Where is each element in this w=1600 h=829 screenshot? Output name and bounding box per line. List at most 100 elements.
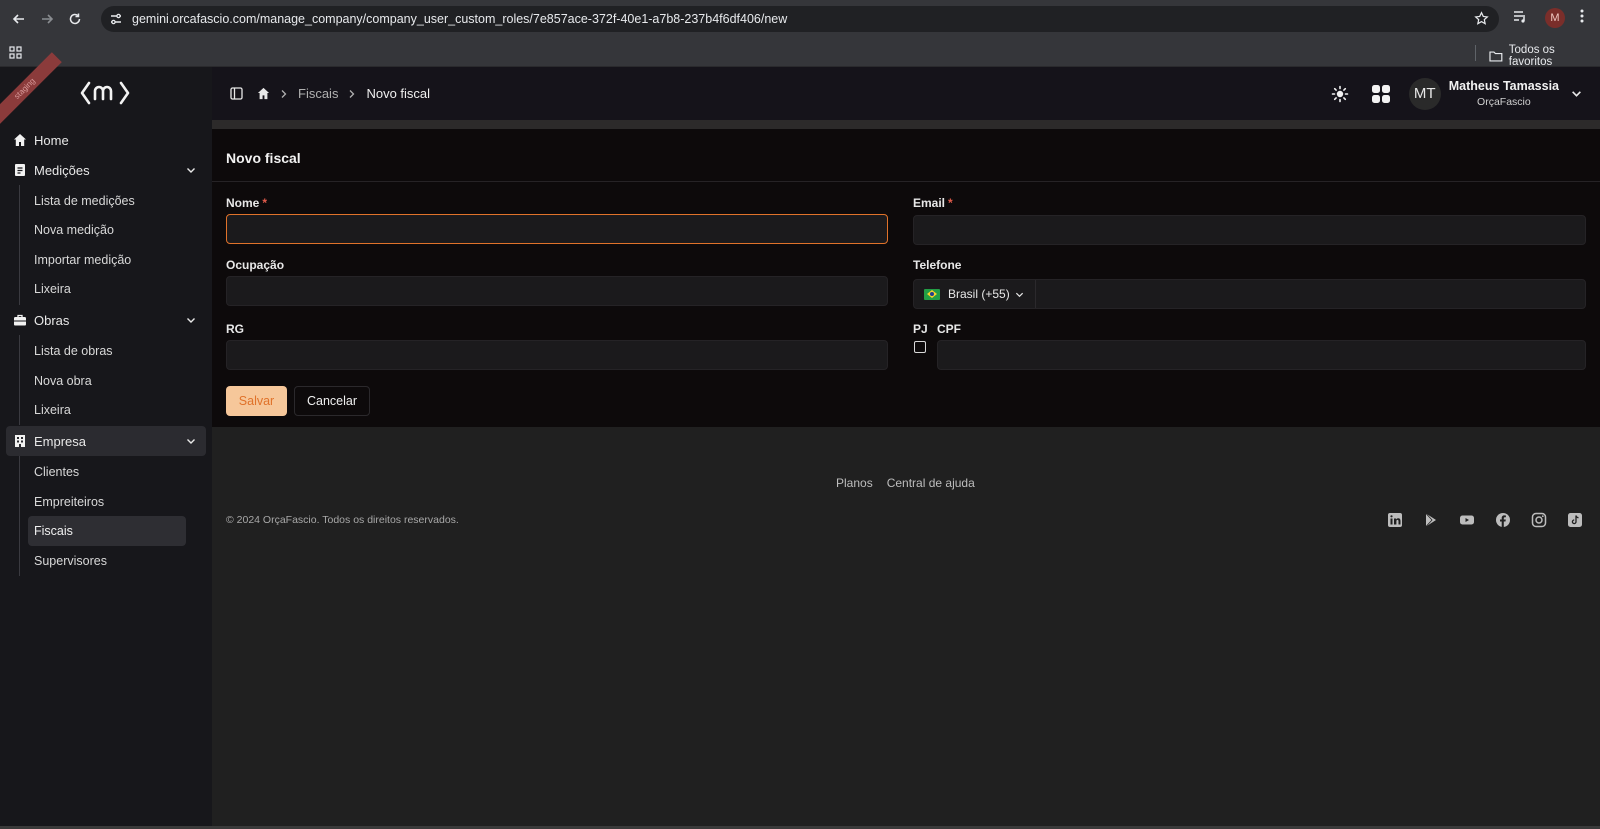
submenu-line xyxy=(19,456,20,576)
apps-grid-icon[interactable] xyxy=(1371,84,1391,104)
avatar[interactable]: MT xyxy=(1408,77,1441,110)
sidebar-item-home[interactable]: Home xyxy=(6,125,206,155)
footer-link-central-ajuda[interactable]: Central de ajuda xyxy=(887,476,975,490)
submenu-line xyxy=(19,335,20,425)
briefcase-icon xyxy=(14,314,26,326)
sidebar-subitem-importar-medicao[interactable]: Importar medição xyxy=(28,245,186,275)
sidebar-subitem-clientes[interactable]: Clientes xyxy=(28,457,186,487)
user-company: OrçaFascio xyxy=(1477,96,1531,108)
sidebar: staging Home Medições Lista de medições … xyxy=(0,52,212,829)
form-card: Novo fiscal Nome * Email * Ocupação Telefo… xyxy=(212,129,1600,427)
footer-links: Planos Central de ajuda xyxy=(836,476,989,490)
sidebar-subitem-lista-medicoes[interactable]: Lista de medições xyxy=(28,186,186,216)
orcafascio-logo-icon[interactable] xyxy=(80,79,130,107)
sidebar-item-obras[interactable]: Obras xyxy=(6,305,206,335)
footer-link-planos[interactable]: Planos xyxy=(836,476,873,490)
url-text: gemini.orcafascio.com/manage_company/com… xyxy=(132,12,788,26)
cpf-label: CPF xyxy=(937,322,961,336)
breadcrumb: Fiscais Novo fiscal xyxy=(230,86,430,101)
email-label-text: Email xyxy=(913,196,946,210)
theme-toggle-sun-icon[interactable] xyxy=(1331,85,1349,103)
header-divider xyxy=(212,120,1600,129)
all-bookmarks-button[interactable]: Todos os favoritos xyxy=(1489,44,1600,68)
chevron-down-icon xyxy=(187,168,195,173)
menu-icon[interactable] xyxy=(1580,8,1584,24)
sidebar-item-empresa[interactable]: Empresa xyxy=(6,426,206,456)
reload-icon[interactable] xyxy=(64,8,86,30)
cancel-button[interactable]: Cancelar xyxy=(294,386,370,416)
instagram-icon[interactable] xyxy=(1531,512,1547,528)
page-title: Novo fiscal xyxy=(226,150,301,166)
nome-label: Nome * xyxy=(226,196,267,210)
chevron-down-icon[interactable] xyxy=(1571,88,1582,99)
sidebar-subitem-fiscais[interactable]: Fiscais xyxy=(28,516,186,546)
site-settings-icon[interactable] xyxy=(109,12,123,26)
chevron-down-icon xyxy=(187,318,195,323)
browser-toolbar: gemini.orcafascio.com/manage_company/com… xyxy=(0,0,1600,38)
save-button[interactable]: Salvar xyxy=(226,386,287,416)
back-icon[interactable] xyxy=(8,8,30,30)
folder-icon xyxy=(1489,51,1503,62)
country-value: Brasil (+55) xyxy=(948,287,1010,301)
clipboard-icon xyxy=(15,164,25,176)
google-play-icon[interactable] xyxy=(1423,512,1439,528)
bookmark-star-icon[interactable] xyxy=(1474,11,1489,26)
youtube-icon[interactable] xyxy=(1459,512,1475,528)
sidebar-subitem-lixeira-medicoes[interactable]: Lixeira xyxy=(28,274,186,304)
top-header: Fiscais Novo fiscal MT Matheus Tamassia … xyxy=(212,67,1600,120)
facebook-icon[interactable] xyxy=(1495,512,1511,528)
media-control-icon[interactable] xyxy=(1512,8,1528,24)
country-select[interactable]: Brasil (+55) xyxy=(914,280,1036,308)
nome-input[interactable] xyxy=(226,214,888,244)
pj-label: PJ xyxy=(913,322,928,336)
apps-grid-icon[interactable] xyxy=(9,46,22,59)
sidebar-subitem-nova-obra[interactable]: Nova obra xyxy=(28,366,186,396)
breadcrumb-fiscais[interactable]: Fiscais xyxy=(298,86,338,101)
user-name: Matheus Tamassia xyxy=(1448,79,1559,93)
ocupacao-input[interactable] xyxy=(226,276,888,306)
copyright-text: © 2024 OrçaFascio. Todos os direitos res… xyxy=(226,514,459,526)
rg-input[interactable] xyxy=(226,340,888,370)
card-divider xyxy=(212,181,1600,182)
user-menu[interactable]: Matheus Tamassia OrçaFascio xyxy=(1449,79,1559,108)
sidebar-item-medicoes[interactable]: Medições xyxy=(6,155,206,185)
required-mark: * xyxy=(262,196,268,210)
sidebar-subitem-nova-medicao[interactable]: Nova medição xyxy=(28,215,186,245)
cpf-input[interactable] xyxy=(937,340,1586,370)
brazil-flag-icon xyxy=(924,288,940,300)
ocupacao-label: Ocupação xyxy=(226,258,285,272)
home-icon[interactable] xyxy=(257,87,270,100)
email-input[interactable] xyxy=(913,215,1586,245)
linkedin-icon[interactable] xyxy=(1387,512,1403,528)
chevron-right-icon xyxy=(281,89,287,98)
required-mark: * xyxy=(948,196,953,210)
chevron-down-icon xyxy=(187,439,195,444)
sidebar-subitem-lista-obras[interactable]: Lista de obras xyxy=(28,336,186,366)
chevron-right-icon xyxy=(349,89,355,98)
sidebar-toggle-icon[interactable] xyxy=(230,87,243,100)
breadcrumb-current: Novo fiscal xyxy=(366,86,431,101)
building-icon xyxy=(15,435,25,447)
telefone-label: Telefone xyxy=(913,258,962,272)
social-links xyxy=(1387,512,1600,528)
sidebar-subitem-supervisores[interactable]: Supervisores xyxy=(28,546,186,576)
chevron-down-icon xyxy=(1015,292,1023,297)
telefone-field: Brasil (+55) xyxy=(913,279,1586,309)
address-bar[interactable]: gemini.orcafascio.com/manage_company/com… xyxy=(101,6,1499,32)
sidebar-subitem-empreiteiros[interactable]: Empreiteiros xyxy=(28,487,186,517)
sidebar-item-label: Medições xyxy=(34,162,90,178)
profile-avatar[interactable]: M xyxy=(1545,8,1565,28)
sidebar-subitem-lixeira-obras[interactable]: Lixeira xyxy=(28,395,186,425)
bookmarks-separator xyxy=(1475,45,1476,61)
email-label: Email * xyxy=(913,196,953,210)
rg-label: RG xyxy=(226,322,244,336)
bookmarks-bar: Todos os favoritos xyxy=(0,38,1600,68)
home-icon xyxy=(14,134,26,146)
forward-icon[interactable] xyxy=(36,8,58,30)
sidebar-item-label: Obras xyxy=(34,312,70,328)
telefone-input[interactable] xyxy=(1037,279,1586,309)
pj-checkbox[interactable] xyxy=(914,341,926,353)
sidebar-item-label: Home xyxy=(34,132,69,148)
tiktok-icon[interactable] xyxy=(1567,512,1583,528)
all-bookmarks-label: Todos os favoritos xyxy=(1508,44,1555,68)
